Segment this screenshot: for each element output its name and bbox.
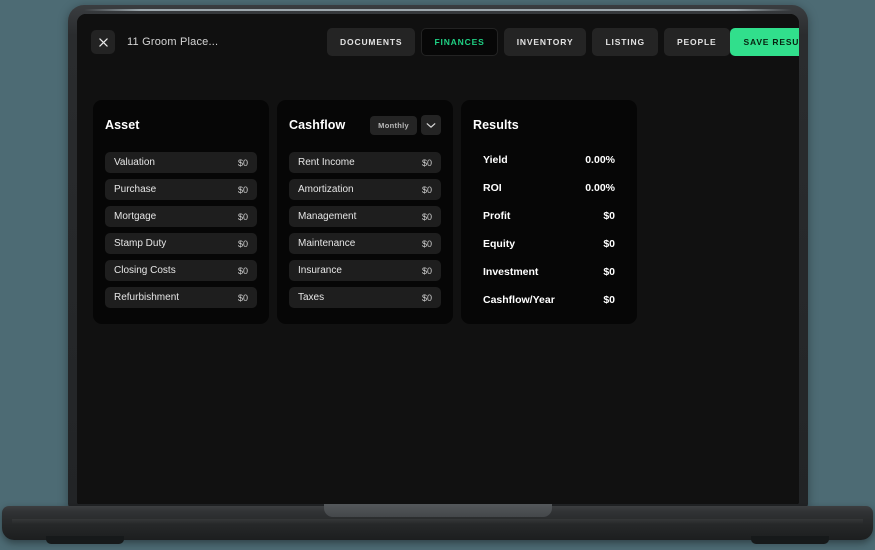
app-body: Asset Valuation $0 Purchase $0 Mortgage <box>77 70 799 504</box>
row-value: $0 <box>237 238 248 249</box>
row-label: ROI <box>483 182 502 194</box>
table-row: Equity $0 <box>479 236 619 252</box>
asset-card-header: Asset <box>105 114 257 136</box>
row-value: $0 <box>603 210 615 222</box>
row-value: $0 <box>603 266 615 278</box>
laptop-screen: 11 Groom Place... DOCUMENTS FINANCES INV… <box>77 14 799 504</box>
cashflow-rows: Rent Income $0 Amortization $0 Managemen… <box>289 152 441 308</box>
row-label: Purchase <box>114 184 157 195</box>
asset-card: Asset Valuation $0 Purchase $0 Mortgage <box>93 100 269 324</box>
row-value: $0 <box>237 292 248 303</box>
tab-documents[interactable]: DOCUMENTS <box>327 28 416 56</box>
row-label: Valuation <box>114 157 155 168</box>
cashflow-card: Cashflow Monthly Rent Income $0 Amortiza… <box>277 100 453 324</box>
row-value: $0 <box>421 184 432 195</box>
laptop-base-sheen <box>12 519 863 524</box>
table-row[interactable]: Taxes $0 <box>289 287 441 308</box>
table-row[interactable]: Amortization $0 <box>289 179 441 200</box>
table-row[interactable]: Valuation $0 <box>105 152 257 173</box>
row-label: Profit <box>483 210 511 222</box>
row-label: Closing Costs <box>114 265 176 276</box>
close-button[interactable] <box>91 30 115 54</box>
row-label: Insurance <box>298 265 342 276</box>
table-row[interactable]: Purchase $0 <box>105 179 257 200</box>
table-row[interactable]: Refurbishment $0 <box>105 287 257 308</box>
row-value: $0 <box>421 265 432 276</box>
results-rows: Yield 0.00% ROI 0.00% Profit $0 Equity $… <box>473 152 625 308</box>
row-value: $0 <box>421 238 432 249</box>
cashflow-card-header: Cashflow Monthly <box>289 114 441 136</box>
laptop-base <box>2 504 873 544</box>
table-row[interactable]: Rent Income $0 <box>289 152 441 173</box>
tab-inventory[interactable]: INVENTORY <box>503 28 587 56</box>
laptop-foot-right <box>751 536 829 544</box>
table-row: ROI 0.00% <box>479 180 619 196</box>
tab-finances[interactable]: FINANCES <box>421 28 498 56</box>
asset-card-title: Asset <box>105 118 140 132</box>
row-label: Rent Income <box>298 157 355 168</box>
table-row: Cashflow/Year $0 <box>479 292 619 308</box>
cashflow-period-controls: Monthly <box>370 115 441 135</box>
row-label: Investment <box>483 266 539 278</box>
close-icon <box>98 37 108 47</box>
table-row[interactable]: Closing Costs $0 <box>105 260 257 281</box>
table-row[interactable]: Mortgage $0 <box>105 206 257 227</box>
table-row[interactable]: Management $0 <box>289 206 441 227</box>
row-label: Amortization <box>298 184 354 195</box>
chevron-down-icon <box>426 116 436 134</box>
table-row: Yield 0.00% <box>479 152 619 168</box>
row-value: $0 <box>237 157 248 168</box>
row-label: Equity <box>483 238 516 250</box>
table-row[interactable]: Maintenance $0 <box>289 233 441 254</box>
asset-rows: Valuation $0 Purchase $0 Mortgage $0 Sta… <box>105 152 257 308</box>
desktop-background: 11 Groom Place... DOCUMENTS FINANCES INV… <box>0 0 875 550</box>
row-label: Stamp Duty <box>114 238 167 249</box>
row-label: Taxes <box>298 292 325 303</box>
table-row: Investment $0 <box>479 264 619 280</box>
results-card-header: Results <box>473 114 625 136</box>
nav-tabs: DOCUMENTS FINANCES INVENTORY LISTING PEO… <box>327 28 730 56</box>
row-value: $0 <box>237 184 248 195</box>
results-card-title: Results <box>473 118 519 132</box>
tab-listing[interactable]: LISTING <box>592 28 658 56</box>
row-value: $0 <box>421 157 432 168</box>
cashflow-card-title: Cashflow <box>289 118 346 132</box>
row-label: Refurbishment <box>114 292 180 303</box>
row-value: 0.00% <box>585 182 615 194</box>
row-value: $0 <box>421 211 432 222</box>
row-value: $0 <box>237 211 248 222</box>
app-header: 11 Groom Place... DOCUMENTS FINANCES INV… <box>77 14 799 70</box>
table-row[interactable]: Insurance $0 <box>289 260 441 281</box>
row-label: Cashflow/Year <box>483 294 555 306</box>
table-row[interactable]: Stamp Duty $0 <box>105 233 257 254</box>
laptop-foot-left <box>46 536 124 544</box>
document-title: 11 Groom Place... <box>127 36 219 48</box>
row-value: $0 <box>603 294 615 306</box>
row-value: $0 <box>421 292 432 303</box>
row-label: Yield <box>483 154 508 166</box>
results-card: Results Yield 0.00% ROI 0.00% Profit $0 … <box>461 100 637 324</box>
row-value: $0 <box>237 265 248 276</box>
period-dropdown-button[interactable] <box>421 115 441 135</box>
lid-top-bezel-highlight <box>84 9 792 11</box>
save-results-generate-pdf-button[interactable]: SAVE RESULTS & GENERATE PDF <box>729 28 799 56</box>
header-left-group: 11 Groom Place... <box>91 30 303 54</box>
row-label: Mortgage <box>114 211 157 222</box>
row-label: Maintenance <box>298 238 356 249</box>
tab-people[interactable]: PEOPLE <box>663 28 730 56</box>
period-select[interactable]: Monthly <box>370 115 417 135</box>
laptop-lid: 11 Groom Place... DOCUMENTS FINANCES INV… <box>68 5 808 508</box>
row-label: Management <box>298 211 357 222</box>
row-value: 0.00% <box>585 154 615 166</box>
laptop-base-lip <box>323 504 552 517</box>
row-value: $0 <box>603 238 615 250</box>
table-row: Profit $0 <box>479 208 619 224</box>
